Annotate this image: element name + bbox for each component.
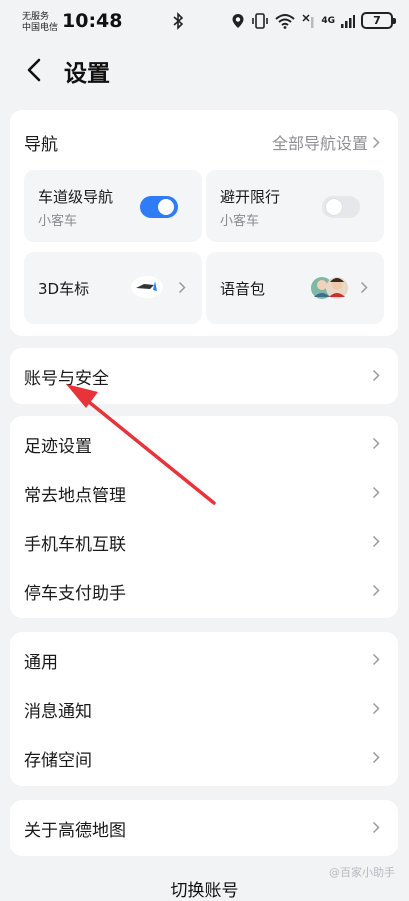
list-item-frequent-places[interactable]: 常去地点管理: [10, 469, 398, 517]
carrier-line-1: 无服务: [22, 12, 50, 22]
chevron-right-icon: [372, 535, 380, 548]
all-navigation-settings-label: 全部导航设置: [271, 134, 368, 153]
battery-indicator: 7: [361, 12, 396, 29]
page-title: 设置: [64, 61, 110, 87]
toggle-knob: [158, 199, 174, 215]
location-icon: [232, 13, 244, 28]
list-item-storage[interactable]: 存储空间: [10, 734, 398, 782]
about-row[interactable]: 关于高德地图: [10, 804, 398, 852]
chevron-right-icon: [372, 821, 380, 834]
toggle-knob: [326, 199, 342, 215]
list-item-parking-payment[interactable]: 停车支付助手: [10, 567, 398, 615]
list-item-label: 存储空间: [24, 750, 92, 771]
list-item-label: 手机车机互联: [24, 534, 126, 555]
lane-navigation-toggle[interactable]: [140, 196, 178, 218]
chevron-right-icon: [372, 702, 380, 715]
tile-3d-car-icon[interactable]: 3D车标: [24, 252, 202, 324]
account-security-row[interactable]: 账号与安全: [10, 352, 398, 400]
vibrate-icon: [252, 12, 269, 29]
chevron-right-icon: [372, 136, 380, 148]
tile-avoid-restrictions-subtitle: 小客车: [220, 214, 260, 229]
chevron-right-icon: [360, 281, 368, 294]
chevron-right-icon: [372, 653, 380, 666]
no-sim-signal-icon: [302, 13, 314, 28]
tile-lane-navigation-subtitle: 小客车: [38, 214, 78, 229]
navigation-section-title: 导航: [24, 135, 58, 155]
account-security-label: 账号与安全: [24, 368, 109, 389]
carrier-label: 无服务 中国电信: [22, 12, 58, 34]
list-item-label: 停车支付助手: [24, 583, 126, 604]
back-arrow-icon[interactable]: [20, 56, 48, 84]
network-type: 4G: [321, 15, 335, 26]
about-card: 关于高德地图: [10, 800, 398, 856]
tile-voice-pack-title: 语音包: [220, 280, 266, 298]
list-item-label: 足迹设置: [24, 436, 92, 457]
voice-avatars-icon: [311, 277, 348, 299]
tile-avoid-restrictions-title: 避开限行: [220, 188, 281, 206]
avoid-restrictions-toggle[interactable]: [322, 196, 360, 218]
features-card: 足迹设置 常去地点管理 手机车机互联 停车支付助手: [10, 416, 398, 618]
about-label: 关于高德地图: [24, 820, 126, 841]
battery-level: 7: [373, 14, 381, 27]
list-item-footprint-settings[interactable]: 足迹设置: [10, 420, 398, 468]
tile-lane-navigation-title: 车道级导航: [38, 188, 114, 206]
chevron-right-icon: [372, 584, 380, 597]
clock: 10:48: [62, 10, 123, 32]
list-item-label: 消息通知: [24, 701, 92, 722]
list-item-label: 常去地点管理: [24, 485, 126, 506]
chevron-right-icon: [372, 486, 380, 499]
status-bar: 无服务 中国电信 10:48 4G 7: [0, 0, 409, 44]
general-card: 通用 消息通知 存储空间: [10, 632, 398, 786]
list-item-general[interactable]: 通用: [10, 636, 398, 684]
watermark: @百家小助手: [329, 866, 395, 879]
tile-avoid-restrictions[interactable]: 避开限行 小客车: [206, 170, 384, 242]
bluetooth-icon: [173, 12, 184, 30]
tile-voice-pack[interactable]: 语音包: [206, 252, 384, 324]
tile-lane-navigation[interactable]: 车道级导航 小客车: [24, 170, 202, 242]
chevron-right-icon: [372, 369, 380, 382]
tile-3d-car-icon-title: 3D车标: [38, 280, 90, 298]
car-model-icon: [131, 276, 163, 298]
list-item-label: 通用: [24, 652, 58, 673]
list-item-notifications[interactable]: 消息通知: [10, 685, 398, 733]
carrier-line-2: 中国电信: [22, 23, 59, 33]
account-card: 账号与安全: [10, 348, 398, 404]
wifi-icon: [275, 13, 296, 29]
all-navigation-settings-link[interactable]: 全部导航设置: [272, 130, 380, 154]
chevron-right-icon: [372, 751, 380, 764]
chevron-right-icon: [372, 437, 380, 450]
list-item-phone-car-link[interactable]: 手机车机互联: [10, 518, 398, 566]
header: 设置: [0, 44, 409, 96]
signal-icon: [341, 14, 355, 28]
navigation-card: 导航 全部导航设置 车道级导航 小客车 避开限行 小客车 3D车标 语音包: [10, 110, 398, 336]
chevron-right-icon: [178, 281, 186, 294]
